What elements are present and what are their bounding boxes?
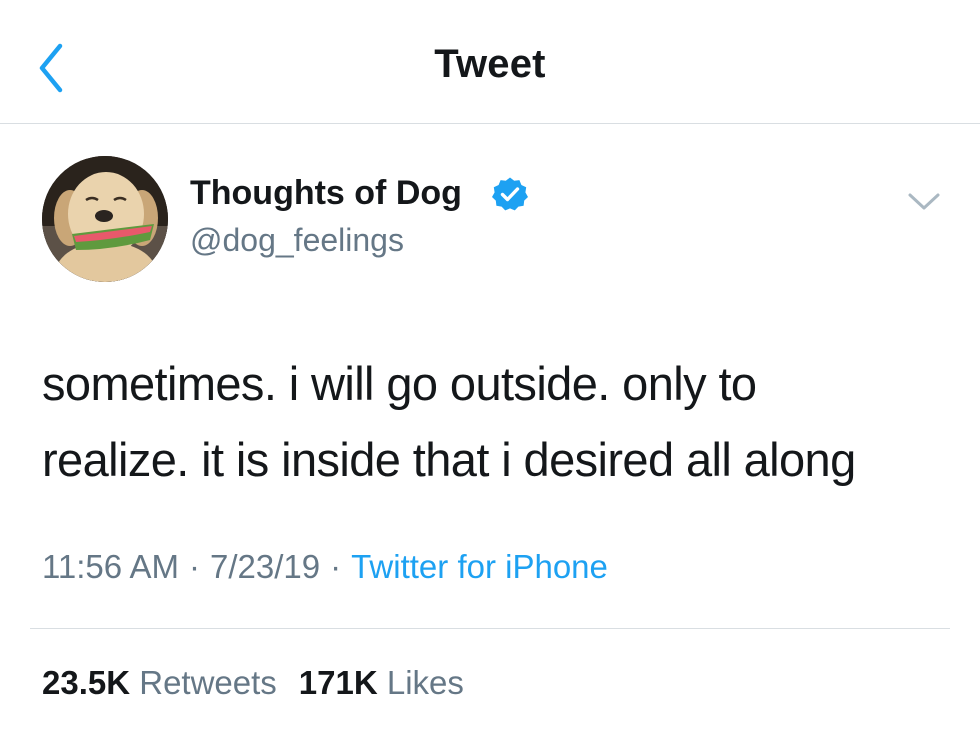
tweet-text-line-2: realize. it is inside that i desired all… <box>42 433 856 486</box>
likes-count: 171K <box>298 664 378 701</box>
top-navigation-bar: Tweet <box>0 0 980 124</box>
verified-badge-icon <box>492 177 528 211</box>
tweet-text-line-1: sometimes. i will go outside. only to <box>42 357 757 410</box>
user-handle[interactable]: @dog_feelings <box>190 222 404 259</box>
tweet-meta: 11:56 AM · 7/23/19 · Twitter for iPhone <box>42 548 608 586</box>
chevron-down-icon <box>908 193 940 210</box>
tweet-options-button[interactable] <box>904 186 944 216</box>
tweet-date: 7/23/19 <box>209 548 321 585</box>
avatar-dog-photo <box>42 156 168 282</box>
tweet-time: 11:56 AM <box>42 548 179 585</box>
retweets-stat[interactable]: 23.5K Retweets <box>42 664 277 701</box>
meta-separator: · <box>330 548 342 585</box>
engagement-stats: 23.5K Retweets 171K Likes <box>42 664 464 702</box>
retweets-count: 23.5K <box>42 664 131 701</box>
tweet-text: sometimes. i will go outside. only to re… <box>42 346 942 498</box>
retweets-label: Retweets <box>139 664 277 701</box>
tweet-source-link[interactable]: Twitter for iPhone <box>351 548 608 585</box>
avatar[interactable] <box>42 156 168 282</box>
display-name[interactable]: Thoughts of Dog <box>190 174 462 213</box>
divider <box>30 628 950 629</box>
likes-label: Likes <box>386 664 464 701</box>
likes-stat[interactable]: 171K Likes <box>299 664 464 701</box>
meta-separator: · <box>188 548 200 585</box>
page-title: Tweet <box>434 42 546 86</box>
